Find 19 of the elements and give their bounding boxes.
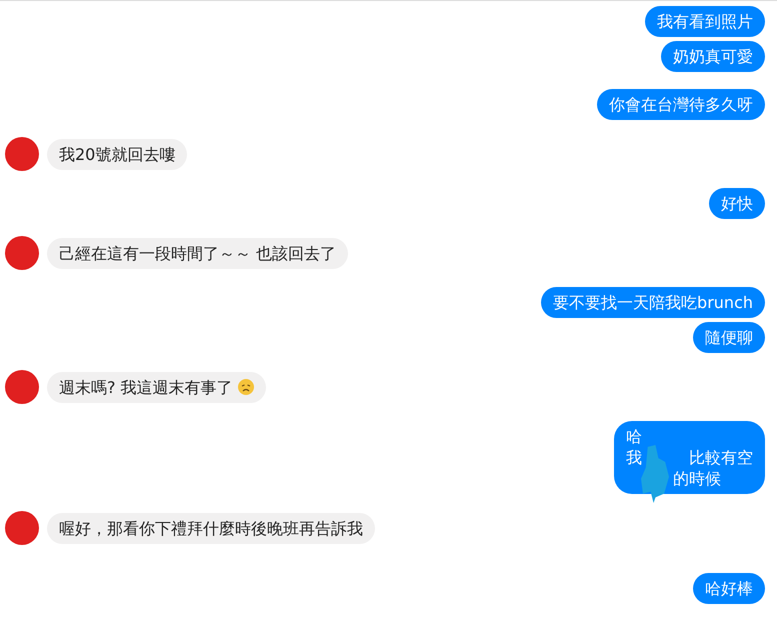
message-text: 你會在台灣待多久呀	[609, 95, 753, 114]
avatar[interactable]	[5, 370, 39, 404]
message-text: 我	[626, 448, 642, 467]
message-text: 奶奶真可愛	[673, 47, 753, 66]
avatar[interactable]	[5, 236, 39, 270]
message-text: 我20號就回去嘍	[59, 144, 176, 164]
message-text: 隨便聊	[705, 328, 753, 347]
avatar[interactable]	[5, 137, 39, 171]
message-text: 哈好棒	[705, 579, 753, 598]
message-text: 我有看到照片	[657, 12, 753, 31]
message-text: 要不要找一天陪我吃brunch	[553, 293, 753, 312]
message-text: 好快	[721, 194, 753, 213]
message-text: 喔好，那看你下禮拜什麼時後晚班再告訴我	[59, 518, 363, 538]
message-text: 的時候	[673, 469, 721, 488]
message-text: 哈	[626, 427, 642, 446]
message-text: 比較有空	[689, 448, 753, 467]
message-text: 週末嗎? 我這週末有事了	[59, 378, 233, 396]
message-text: 己經在這有一段時間了～～ 也該回去了	[59, 244, 336, 262]
avatar[interactable]	[5, 511, 39, 545]
